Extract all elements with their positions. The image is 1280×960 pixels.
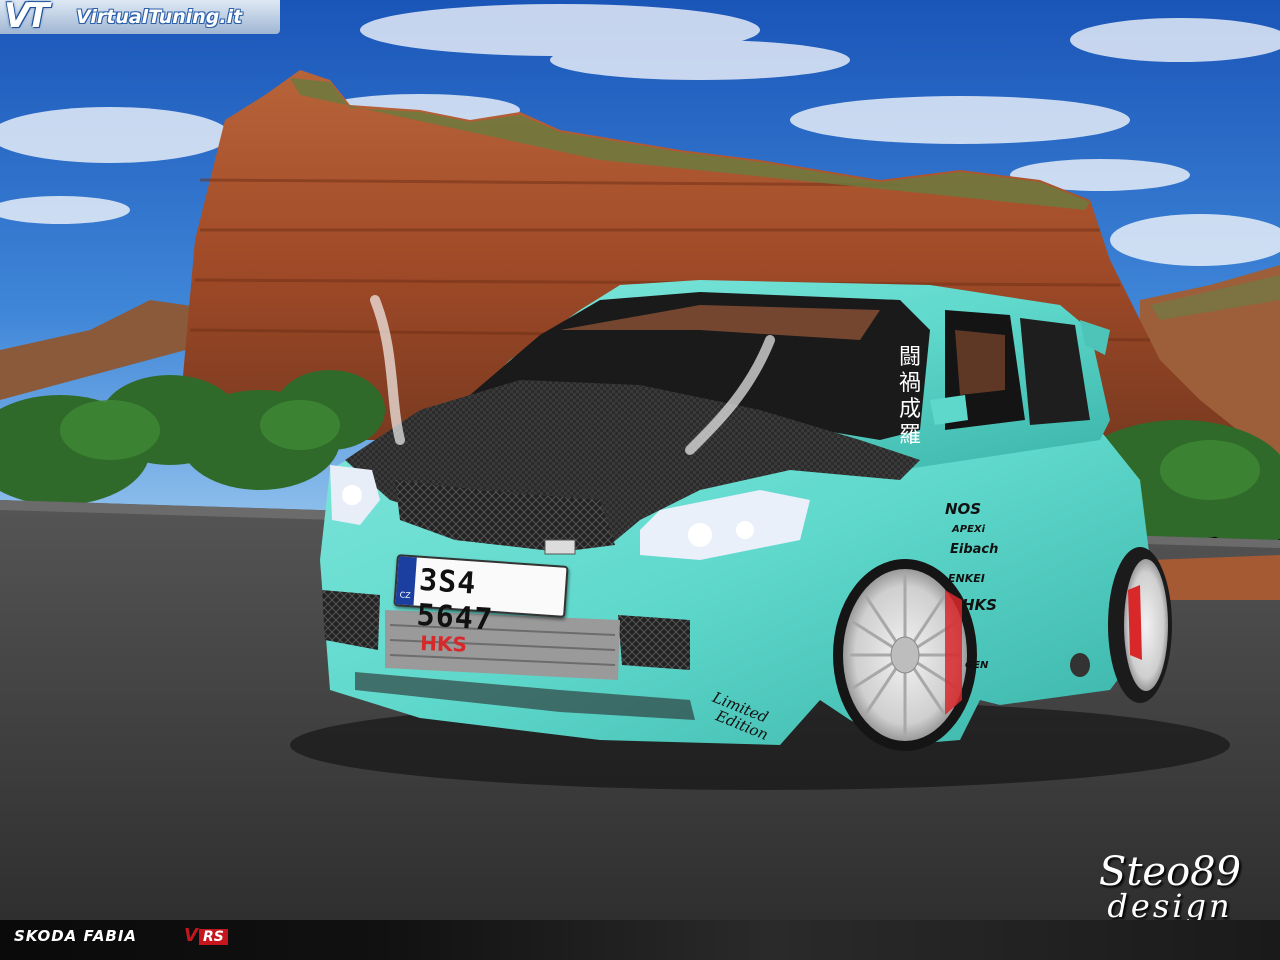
license-plate: CZ 3S4 5647: [393, 554, 569, 638]
scene-illustration: HKS: [0, 0, 1280, 960]
kanji-char: 禍: [898, 371, 921, 396]
plate-country: CZ: [399, 590, 412, 601]
signature-name: Steo89: [1098, 849, 1242, 895]
kanji-char: 成: [898, 397, 921, 422]
tuning-render-canvas: HKS VT VirtualTuning.it CZ 3S4 5647 闘 禍 …: [0, 0, 1280, 960]
badge-v: V: [184, 925, 198, 946]
kanji-char: 闘: [898, 345, 921, 370]
side-decal-nos: NOS: [945, 500, 982, 518]
side-decal-apexi: APEXi: [952, 524, 986, 535]
watermark-logo-text: VirtualTuning.it: [76, 6, 243, 28]
window-kanji-decal: 闘 禍 成 羅: [897, 345, 923, 449]
designer-signature: Steo89 design: [1075, 849, 1265, 923]
side-decal-eibach: Eibach: [950, 542, 999, 557]
kanji-char: 羅: [898, 423, 921, 448]
watermark-logo-mark: VT: [4, 0, 49, 36]
model-name: SKODA FABIA: [14, 927, 138, 945]
model-badge: V RS: [184, 925, 228, 946]
side-decal-hks: HKS: [962, 596, 997, 614]
side-decal-gen: GEN: [965, 660, 989, 671]
side-decal-enkei: ENKEI: [948, 572, 985, 585]
badge-rs: RS: [198, 929, 228, 945]
plate-number: 3S4 5647: [415, 562, 495, 638]
watermark-logo-bar: VT VirtualTuning.it: [0, 0, 280, 36]
plate-eu-band: CZ: [395, 556, 417, 606]
